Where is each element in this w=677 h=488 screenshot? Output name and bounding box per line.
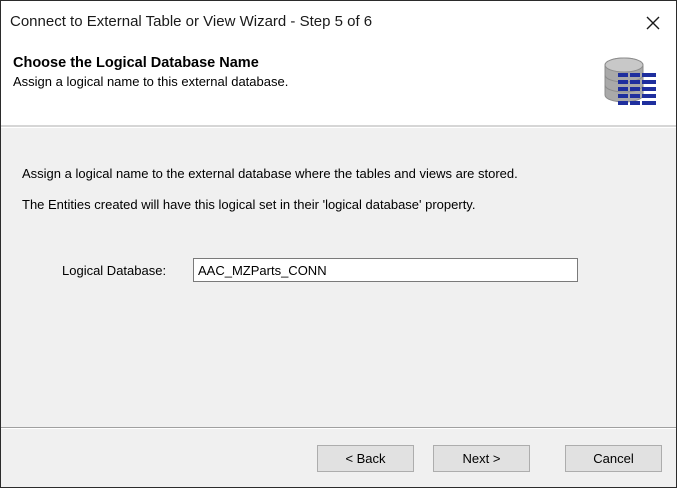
back-button[interactable]: < Back [317,445,414,472]
cancel-button[interactable]: Cancel [565,445,662,472]
description-line-1: Assign a logical name to the external da… [22,166,518,181]
logical-database-input[interactable] [193,258,578,282]
wizard-header: Choose the Logical Database Name Assign … [1,45,676,125]
logical-database-label: Logical Database: [62,263,167,278]
wizard-window: Connect to External Table or View Wizard… [0,0,677,488]
window-title: Connect to External Table or View Wizard… [10,13,373,30]
close-icon [646,16,660,30]
header-divider [1,125,676,128]
database-icon [604,57,656,105]
close-button[interactable] [630,1,676,45]
step-title: Choose the Logical Database Name [13,55,259,71]
footer-divider [1,427,676,429]
step-subtitle: Assign a logical name to this external d… [13,74,289,89]
title-bar: Connect to External Table or View Wizard… [1,1,676,45]
description-line-2: The Entities created will have this logi… [22,197,476,212]
next-button[interactable]: Next > [433,445,530,472]
